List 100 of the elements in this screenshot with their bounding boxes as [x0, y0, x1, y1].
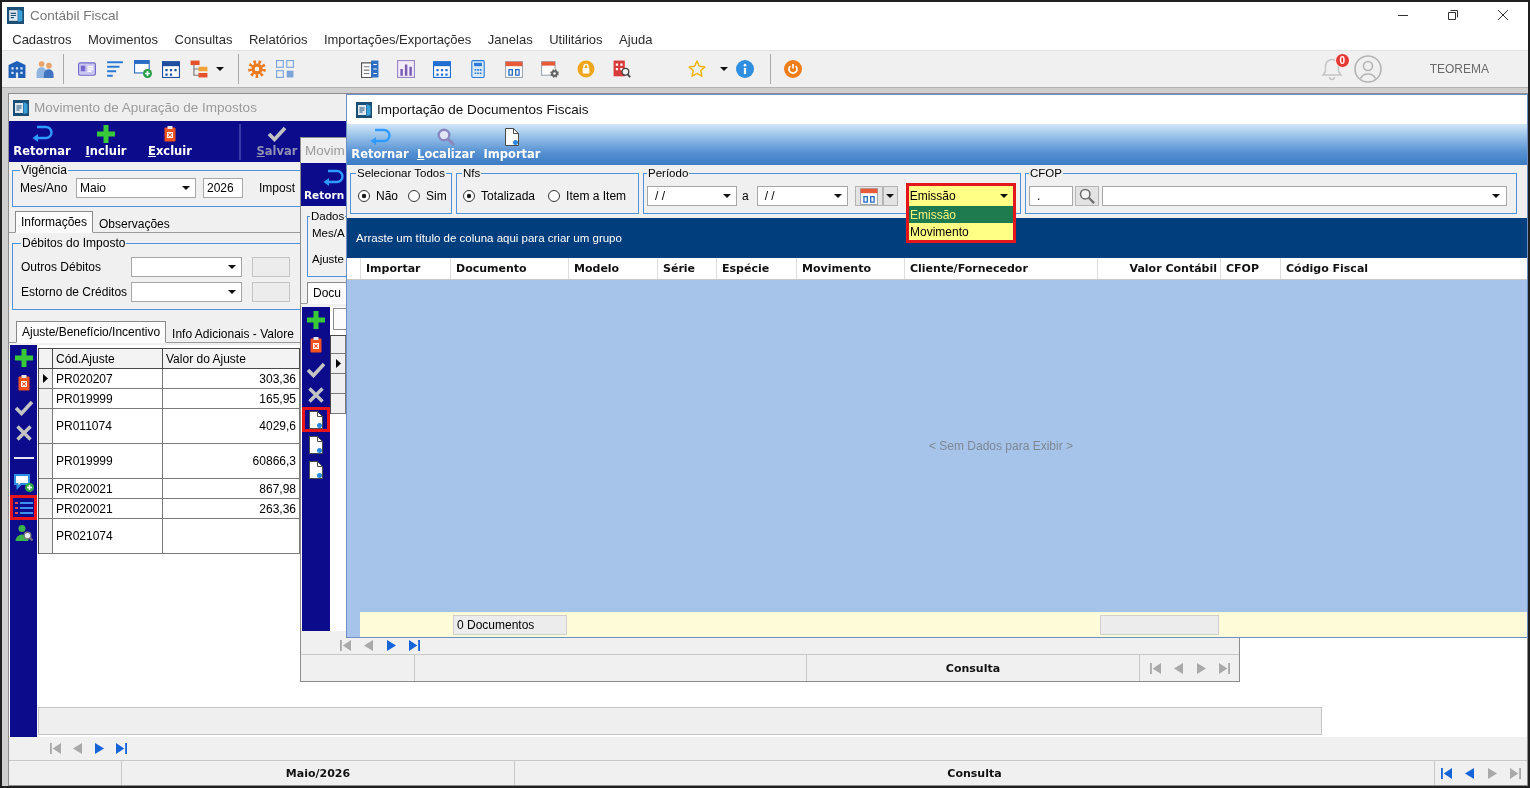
row-pointer-icon — [335, 359, 341, 368]
cfop-code-field[interactable]: . — [1029, 186, 1073, 206]
table-cell: PR011074 — [53, 409, 163, 444]
value-select[interactable] — [131, 257, 242, 277]
menu-item[interactable]: Ajuda — [610, 29, 661, 49]
column-header[interactable]: Documento — [450, 258, 568, 279]
group-title: Período — [647, 166, 690, 180]
radio-option[interactable]: Não — [358, 186, 398, 206]
magnifier-icon — [437, 128, 455, 146]
triangle-right-icon — [1197, 662, 1206, 674]
column-header[interactable]: Valor do Ajuste — [163, 349, 300, 369]
x-icon — [308, 386, 324, 403]
caret-icon — [833, 194, 842, 198]
caret-icon — [723, 194, 731, 198]
field-label: Impost — [259, 180, 295, 197]
value-field[interactable] — [252, 257, 290, 277]
row-pointer-icon — [43, 374, 48, 383]
radio-option[interactable]: Item a Item — [548, 186, 627, 206]
back-button[interactable]: Retornar — [10, 121, 74, 162]
menu-item[interactable]: Relatórios — [240, 29, 316, 49]
add-button[interactable]: Incluir — [74, 121, 138, 162]
caret-icon — [228, 265, 236, 269]
app-title: Contábil Fiscal — [30, 7, 119, 23]
calendar-icon — [433, 60, 451, 78]
info-icon — [736, 60, 754, 78]
menu-item[interactable]: Janelas — [479, 29, 541, 49]
radio-option[interactable]: Sim — [408, 186, 447, 206]
document-icon — [309, 410, 323, 429]
clipboard-x-icon — [164, 126, 176, 142]
row-header[interactable] — [331, 354, 346, 374]
table-cell: PR020207 — [53, 369, 163, 389]
column-header[interactable]: Importar — [360, 258, 450, 279]
delete-button[interactable]: Excluir — [138, 121, 202, 162]
table-cell: PR020021 — [53, 499, 163, 519]
empty-message: < Sem Dados para Exibir > — [928, 439, 1074, 453]
back-button[interactable]: Retorn — [302, 163, 346, 206]
group-title: CFOP — [1029, 166, 1063, 180]
grid-icon — [276, 60, 294, 78]
table-cell: 263,36 — [163, 499, 300, 519]
building-icon — [8, 60, 26, 78]
magnifier-icon — [1079, 188, 1095, 204]
menu-item[interactable]: Utilitários — [540, 29, 611, 49]
table-cell: 303,36 — [163, 369, 300, 389]
column-header[interactable]: Código Fiscal — [1280, 258, 1527, 279]
radio-option[interactable]: Totalizada — [463, 186, 536, 206]
menu-item[interactable]: Cadastros — [4, 29, 80, 49]
dropdown-option[interactable]: Movimento — [909, 223, 1013, 240]
plus-icon — [307, 310, 325, 329]
menu-item[interactable]: Movimentos — [79, 29, 167, 49]
column-header[interactable]: Série — [657, 258, 716, 279]
x-icon — [15, 424, 32, 441]
document-icon — [309, 435, 323, 454]
import-button[interactable] — [302, 407, 330, 432]
date-field[interactable]: / / — [647, 186, 737, 206]
document-icon — [309, 460, 323, 479]
date-field[interactable]: / / — [756, 186, 848, 206]
column-header[interactable]: Modelo — [568, 258, 657, 279]
cfop-select[interactable] — [1102, 186, 1507, 206]
menu-item[interactable]: Consultas — [166, 29, 241, 49]
field-label: Outros Débitos — [21, 259, 103, 276]
year-field[interactable]: 2026 — [203, 178, 243, 198]
column-header[interactable]: CFOP — [1220, 258, 1280, 279]
triangle-left-icon — [1174, 662, 1183, 674]
field-label: Ajuste — [312, 252, 345, 266]
tab[interactable]: Ajuste/Benefício/Incentivo — [16, 321, 167, 343]
document-icon — [505, 128, 519, 146]
column-header[interactable]: Cód.Ajuste — [53, 349, 163, 369]
date-type-select[interactable]: Emissão — [905, 183, 1016, 206]
table-cell: 165,95 — [163, 389, 300, 409]
column-header[interactable]: Espécie — [716, 258, 796, 279]
tab[interactable]: Docu — [307, 282, 346, 304]
group-by-hint: Arraste um título de coluna aqui para criar um grupo — [356, 232, 622, 244]
check-icon — [306, 361, 326, 378]
value-select[interactable] — [131, 282, 242, 302]
column-header[interactable]: Valor Contábil — [1097, 258, 1220, 279]
tab[interactable]: Info Adicionais - Valore — [166, 324, 300, 343]
dropdown-option[interactable]: Emissão — [909, 206, 1013, 223]
skip-to-end-icon — [1219, 662, 1230, 674]
plus-icon — [97, 125, 115, 143]
status-text: Consulta — [945, 661, 1001, 675]
minimize-icon — [1398, 14, 1408, 16]
grid-corner — [331, 336, 346, 354]
value-field[interactable] — [252, 282, 290, 302]
calendar-button[interactable] — [854, 186, 883, 206]
u-turn-arrow-icon — [322, 169, 344, 187]
tab[interactable]: Informações — [15, 211, 94, 233]
u-turn-arrow-icon — [31, 125, 53, 143]
app-logo-icon — [356, 101, 372, 118]
menu-item[interactable]: Importações/Exportações — [315, 29, 480, 49]
tab[interactable] — [333, 308, 346, 330]
skip-to-start-icon — [1441, 767, 1452, 779]
column-header[interactable]: Cliente/Fornecedor — [904, 258, 1097, 279]
row-header[interactable] — [39, 369, 53, 389]
column-header[interactable]: Movimento — [796, 258, 904, 279]
triangle-right-icon — [1488, 767, 1497, 779]
tab[interactable]: Observações — [93, 214, 176, 233]
skip-to-end-icon — [115, 743, 127, 754]
check-icon — [13, 399, 34, 416]
month-select[interactable]: Maio — [76, 178, 196, 198]
list-button[interactable] — [10, 495, 37, 520]
